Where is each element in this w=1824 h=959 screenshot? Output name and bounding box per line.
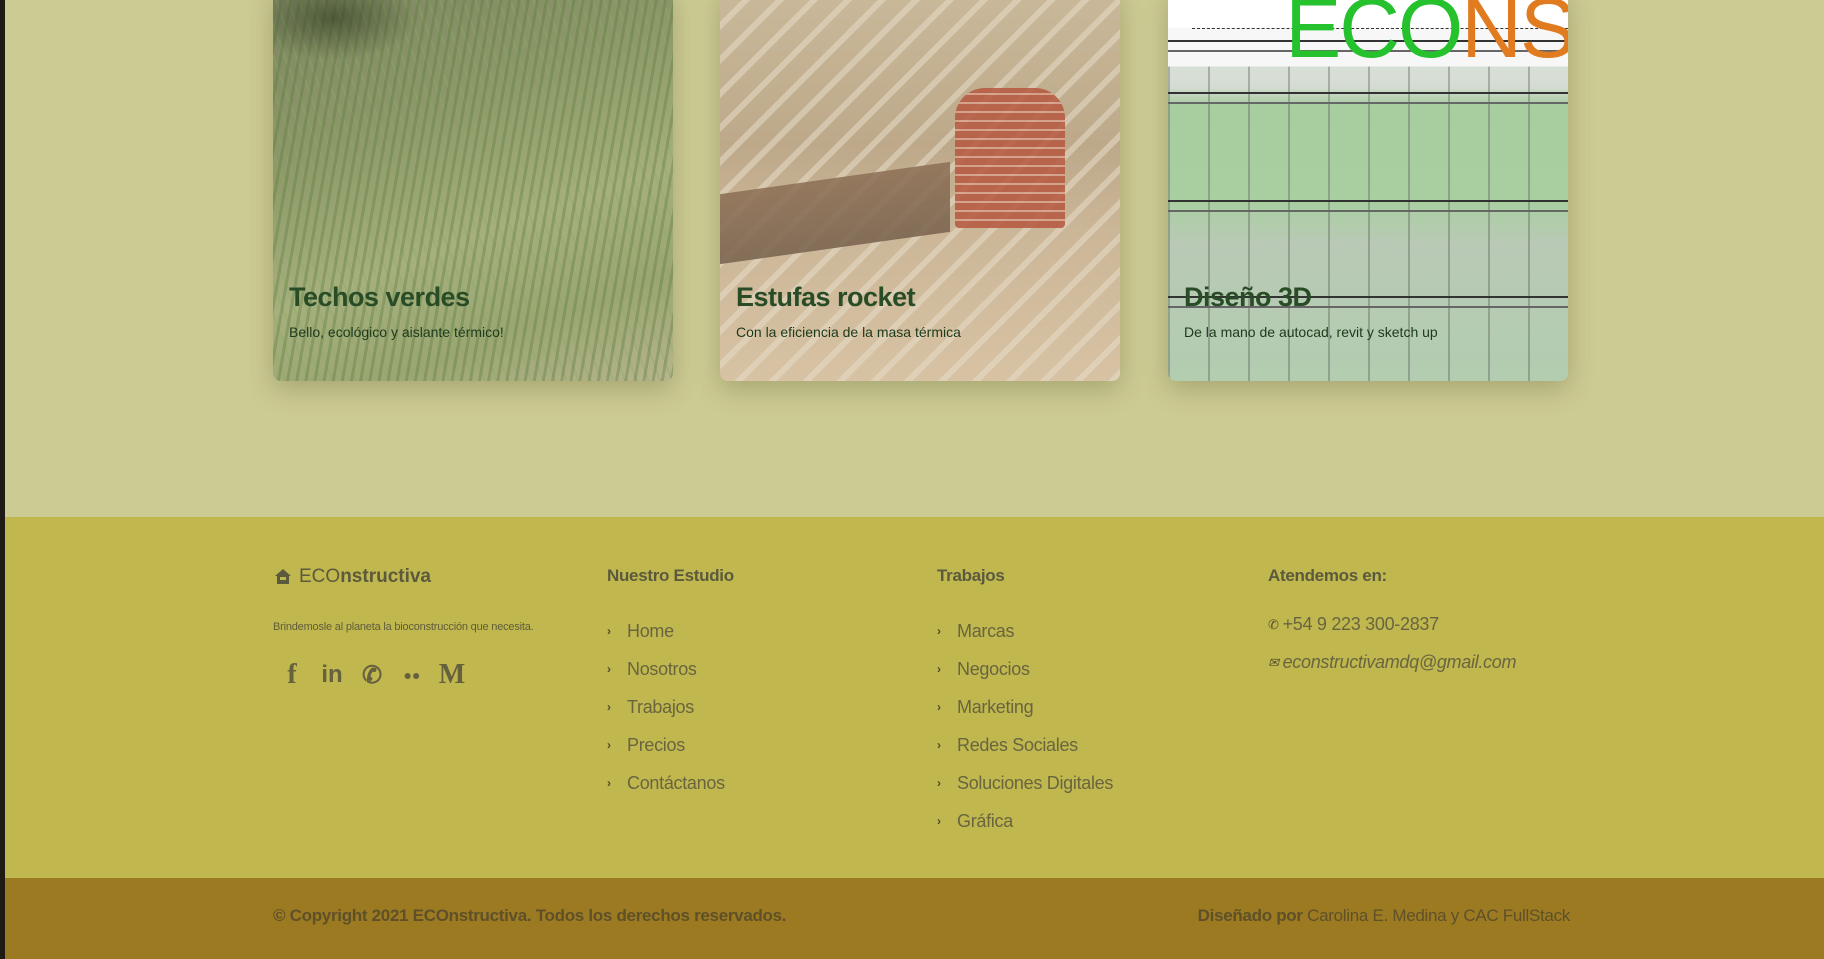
contact-column-title: Atendemos en:	[1268, 566, 1387, 585]
chevron-right-icon: ›	[607, 624, 611, 638]
footer-link-marcas[interactable]: › Marcas	[937, 612, 1113, 650]
linkedin-icon[interactable]: in	[319, 660, 345, 690]
copyright-text: © Copyright 2021 ECOnstructiva. Todos lo…	[273, 906, 787, 925]
footer-tagline: Brindemosle al planeta la bioconstrucció…	[273, 621, 534, 633]
studio-links: › Home › Nosotros › Trabajos › Precios › Cont…	[607, 612, 725, 802]
chevron-right-icon: ›	[607, 662, 611, 676]
facebook-icon[interactable]: f	[279, 659, 305, 690]
chevron-right-icon: ›	[937, 814, 941, 828]
footer-link-precios[interactable]: › Precios	[607, 726, 725, 764]
works-links: › Marcas › Negocios › Marketing › Redes Soci…	[937, 612, 1113, 840]
footer-link-grafica[interactable]: › Gráfica	[937, 802, 1113, 840]
works-column-title: Trabajos	[937, 566, 1005, 585]
services-section: Techos verdes Bello, ecológico y aislant…	[5, 0, 1824, 517]
card-title: Techos verdes	[289, 282, 470, 312]
chevron-right-icon: ›	[937, 776, 941, 790]
chevron-right-icon: ›	[607, 738, 611, 752]
designed-by-link[interactable]: Carolina E. Medina y CAC FullStack	[1307, 906, 1570, 925]
contact-email[interactable]: ✉ econstructivamdq@gmail.com	[1268, 652, 1516, 673]
brand-suffix: nstructiva	[340, 566, 431, 587]
stove-oven-shape	[955, 88, 1065, 228]
brand-prefix: ECO	[299, 566, 341, 587]
chevron-right-icon: ›	[937, 738, 941, 752]
studio-column-title: Nuestro Estudio	[607, 566, 734, 585]
whatsapp-icon[interactable]: ✆	[359, 660, 385, 690]
chevron-right-icon: ›	[607, 700, 611, 714]
flickr-icon[interactable]: ●●	[399, 660, 425, 690]
card-subtitle: De la mano de autocad, revit y sketch up	[1184, 324, 1438, 340]
designed-by-prefix: Diseñado por	[1197, 906, 1303, 925]
social-links: f in ✆ ●● M	[279, 659, 465, 690]
footer-link-soluciones-digitales[interactable]: › Soluciones Digitales	[937, 764, 1113, 802]
drawing-beam	[1168, 200, 1568, 212]
footer-link-negocios[interactable]: › Negocios	[937, 650, 1113, 688]
chevron-right-icon: ›	[937, 624, 941, 638]
footer-link-redes-sociales[interactable]: › Redes Sociales	[937, 726, 1113, 764]
econstructiva-logo-fragment: ECONS	[1285, 0, 1568, 75]
designed-by: Diseñado por Carolina E. Medina y CAC Fu…	[1197, 906, 1571, 926]
card-diseno-3d[interactable]: ECONS Diseño 3D De la mano de autocad, r…	[1168, 0, 1568, 381]
card-subtitle: Bello, ecológico y aislante térmico!	[289, 324, 504, 340]
chevron-right-icon: ›	[937, 662, 941, 676]
chevron-right-icon: ›	[607, 776, 611, 790]
footer-link-trabajos[interactable]: › Trabajos	[607, 688, 725, 726]
medium-icon[interactable]: M	[439, 659, 465, 690]
footer-brand[interactable]: ECO nstructiva	[273, 566, 431, 588]
card-techos-verdes[interactable]: Techos verdes Bello, ecológico y aislant…	[273, 0, 673, 381]
drawing-beam	[1168, 92, 1568, 104]
footer-link-marketing[interactable]: › Marketing	[937, 688, 1113, 726]
footer-link-contactanos[interactable]: › Contáctanos	[607, 764, 725, 802]
card-subtitle: Con la eficiencia de la masa térmica	[736, 324, 961, 340]
footer-link-nosotros[interactable]: › Nosotros	[607, 650, 725, 688]
footer-link-home[interactable]: › Home	[607, 612, 725, 650]
chevron-right-icon: ›	[937, 700, 941, 714]
phone-icon: ✆	[1268, 616, 1279, 632]
mail-icon: ✉	[1268, 654, 1279, 670]
card-title: Diseño 3D	[1184, 282, 1312, 312]
page: Techos verdes Bello, ecológico y aislant…	[5, 0, 1824, 959]
home-icon	[273, 567, 293, 587]
card-estufas-rocket[interactable]: Estufas rocket Con la eficiencia de la m…	[720, 0, 1120, 381]
contact-phone[interactable]: ✆ +54 9 223 300-2837	[1268, 614, 1439, 635]
card-title: Estufas rocket	[736, 282, 916, 312]
